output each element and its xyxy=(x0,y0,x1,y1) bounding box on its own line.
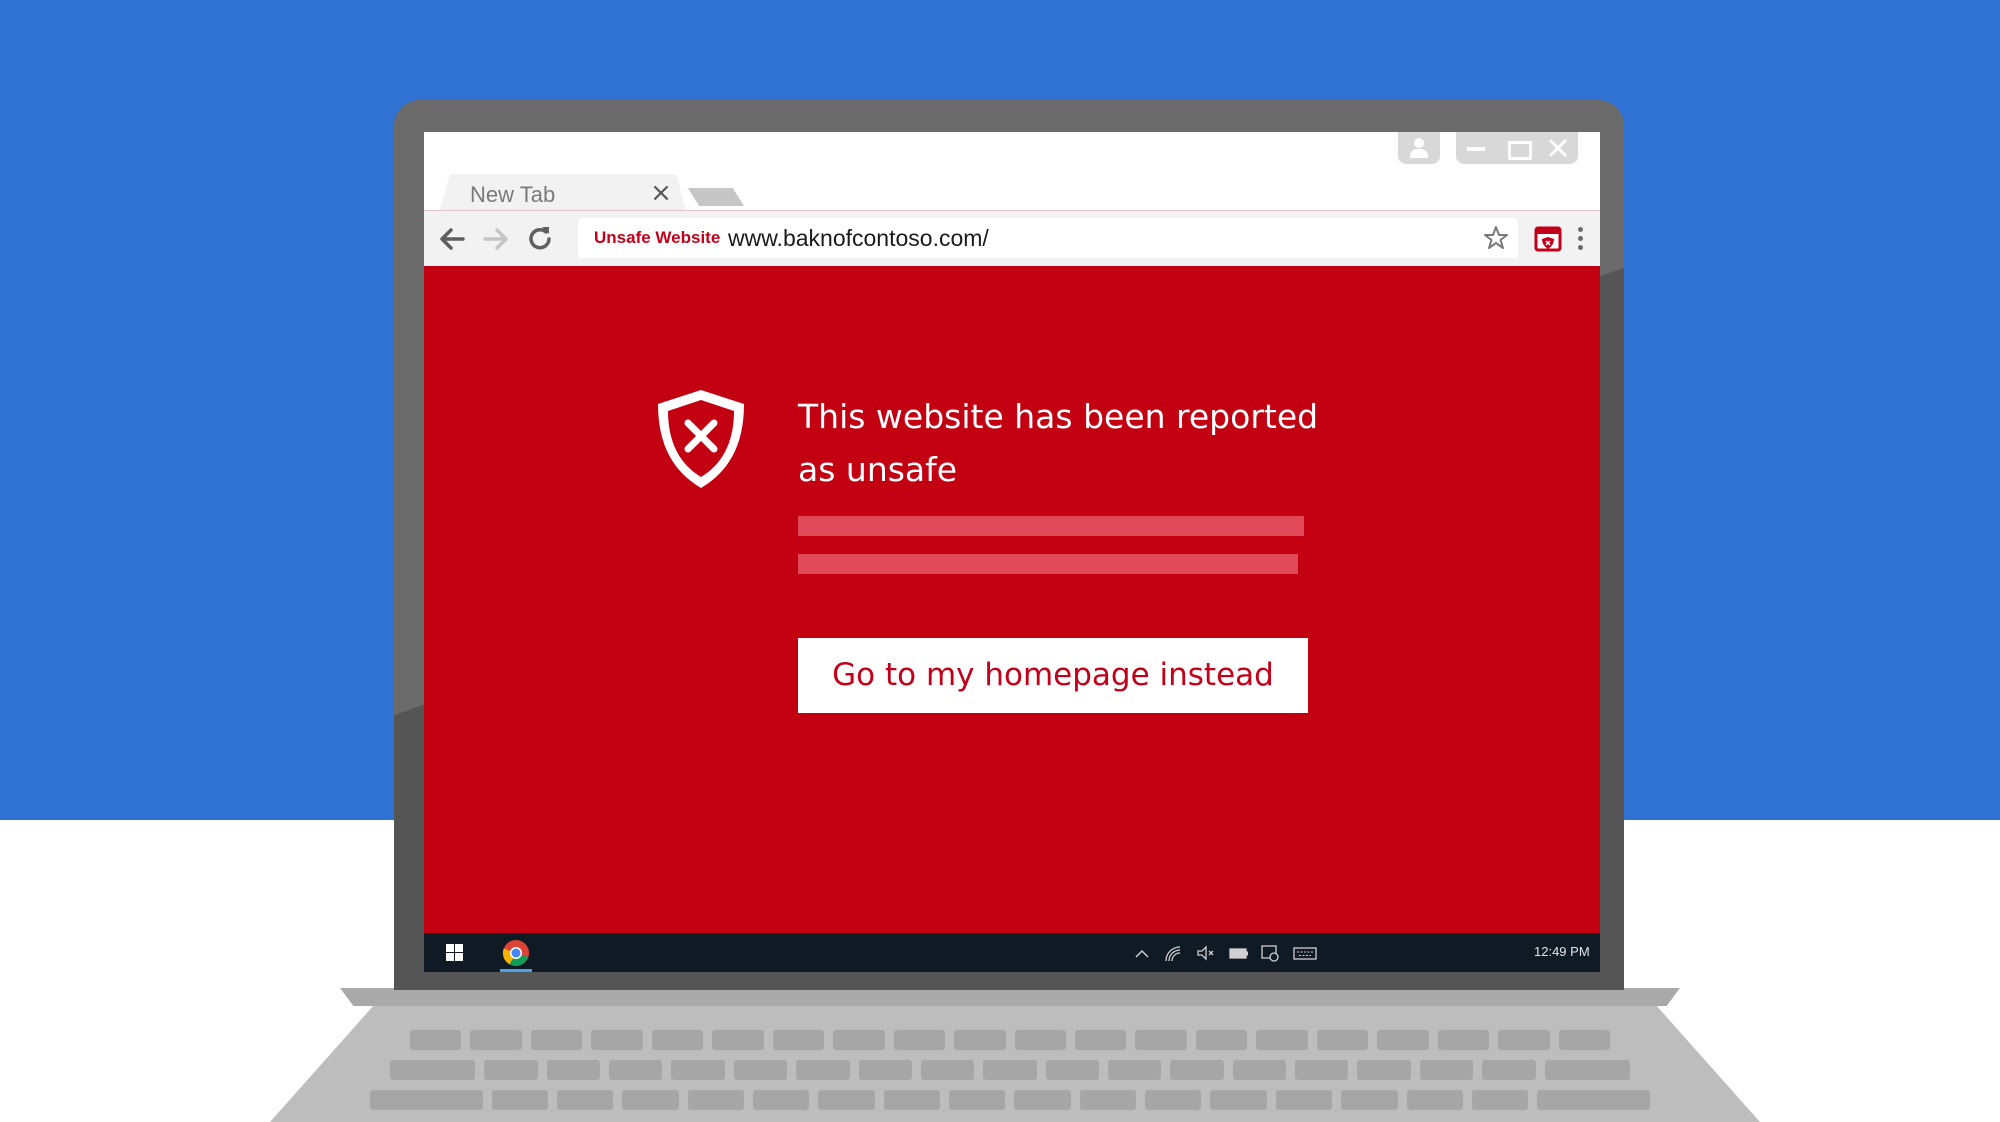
windows-start-icon[interactable] xyxy=(446,944,463,961)
user-icon[interactable] xyxy=(1398,132,1440,164)
tab-close-icon[interactable]: × xyxy=(650,180,672,206)
shield-x-icon xyxy=(650,386,752,492)
browser-titlebar: New Tab × xyxy=(424,132,1600,210)
extension-shield-icon[interactable] xyxy=(1534,225,1562,253)
window-controls xyxy=(1456,132,1578,164)
laptop-screen: New Tab × Unsafe Website www.baknofconto… xyxy=(424,132,1600,972)
forward-arrow-icon[interactable] xyxy=(480,223,512,255)
placeholder-text-line xyxy=(798,554,1298,574)
taskbar: 12:49 PM xyxy=(424,933,1600,972)
menu-dots-icon[interactable] xyxy=(1574,225,1586,253)
star-icon[interactable] xyxy=(1482,224,1510,252)
browser-toolbar: Unsafe Website www.baknofcontoso.com/ xyxy=(424,210,1600,266)
taskbar-clock[interactable]: 12:49 PM xyxy=(1534,944,1590,959)
keyboard-icon[interactable] xyxy=(1292,943,1318,963)
chrome-icon[interactable] xyxy=(502,939,530,967)
back-arrow-icon[interactable] xyxy=(436,223,468,255)
reload-icon[interactable] xyxy=(524,223,556,255)
active-app-indicator xyxy=(500,969,532,972)
warning-title: This website has been reported as unsafe xyxy=(798,397,1319,489)
minimize-icon[interactable] xyxy=(1456,132,1496,164)
go-to-homepage-button[interactable]: Go to my homepage instead xyxy=(798,638,1308,713)
volume-muted-icon[interactable] xyxy=(1196,943,1216,963)
close-icon[interactable] xyxy=(1538,132,1578,164)
wifi-icon[interactable] xyxy=(1164,943,1182,963)
address-bar[interactable]: Unsafe Website www.baknofcontoso.com/ xyxy=(578,218,1518,258)
chevron-up-icon[interactable] xyxy=(1134,943,1150,963)
new-tab-button[interactable] xyxy=(688,188,744,206)
tab-title: New Tab xyxy=(470,182,556,207)
action-center-icon[interactable] xyxy=(1260,943,1280,963)
unsafe-warning-page: This website has been reported as unsafe… xyxy=(424,266,1600,933)
url-text[interactable]: www.baknofcontoso.com/ xyxy=(728,225,989,252)
battery-icon[interactable] xyxy=(1228,943,1250,963)
maximize-icon[interactable] xyxy=(1497,132,1537,164)
unsafe-website-label: Unsafe Website xyxy=(594,228,721,247)
laptop-hinge xyxy=(340,988,1680,1006)
laptop-keyboard xyxy=(370,1030,1650,1122)
placeholder-text-line xyxy=(798,516,1304,536)
